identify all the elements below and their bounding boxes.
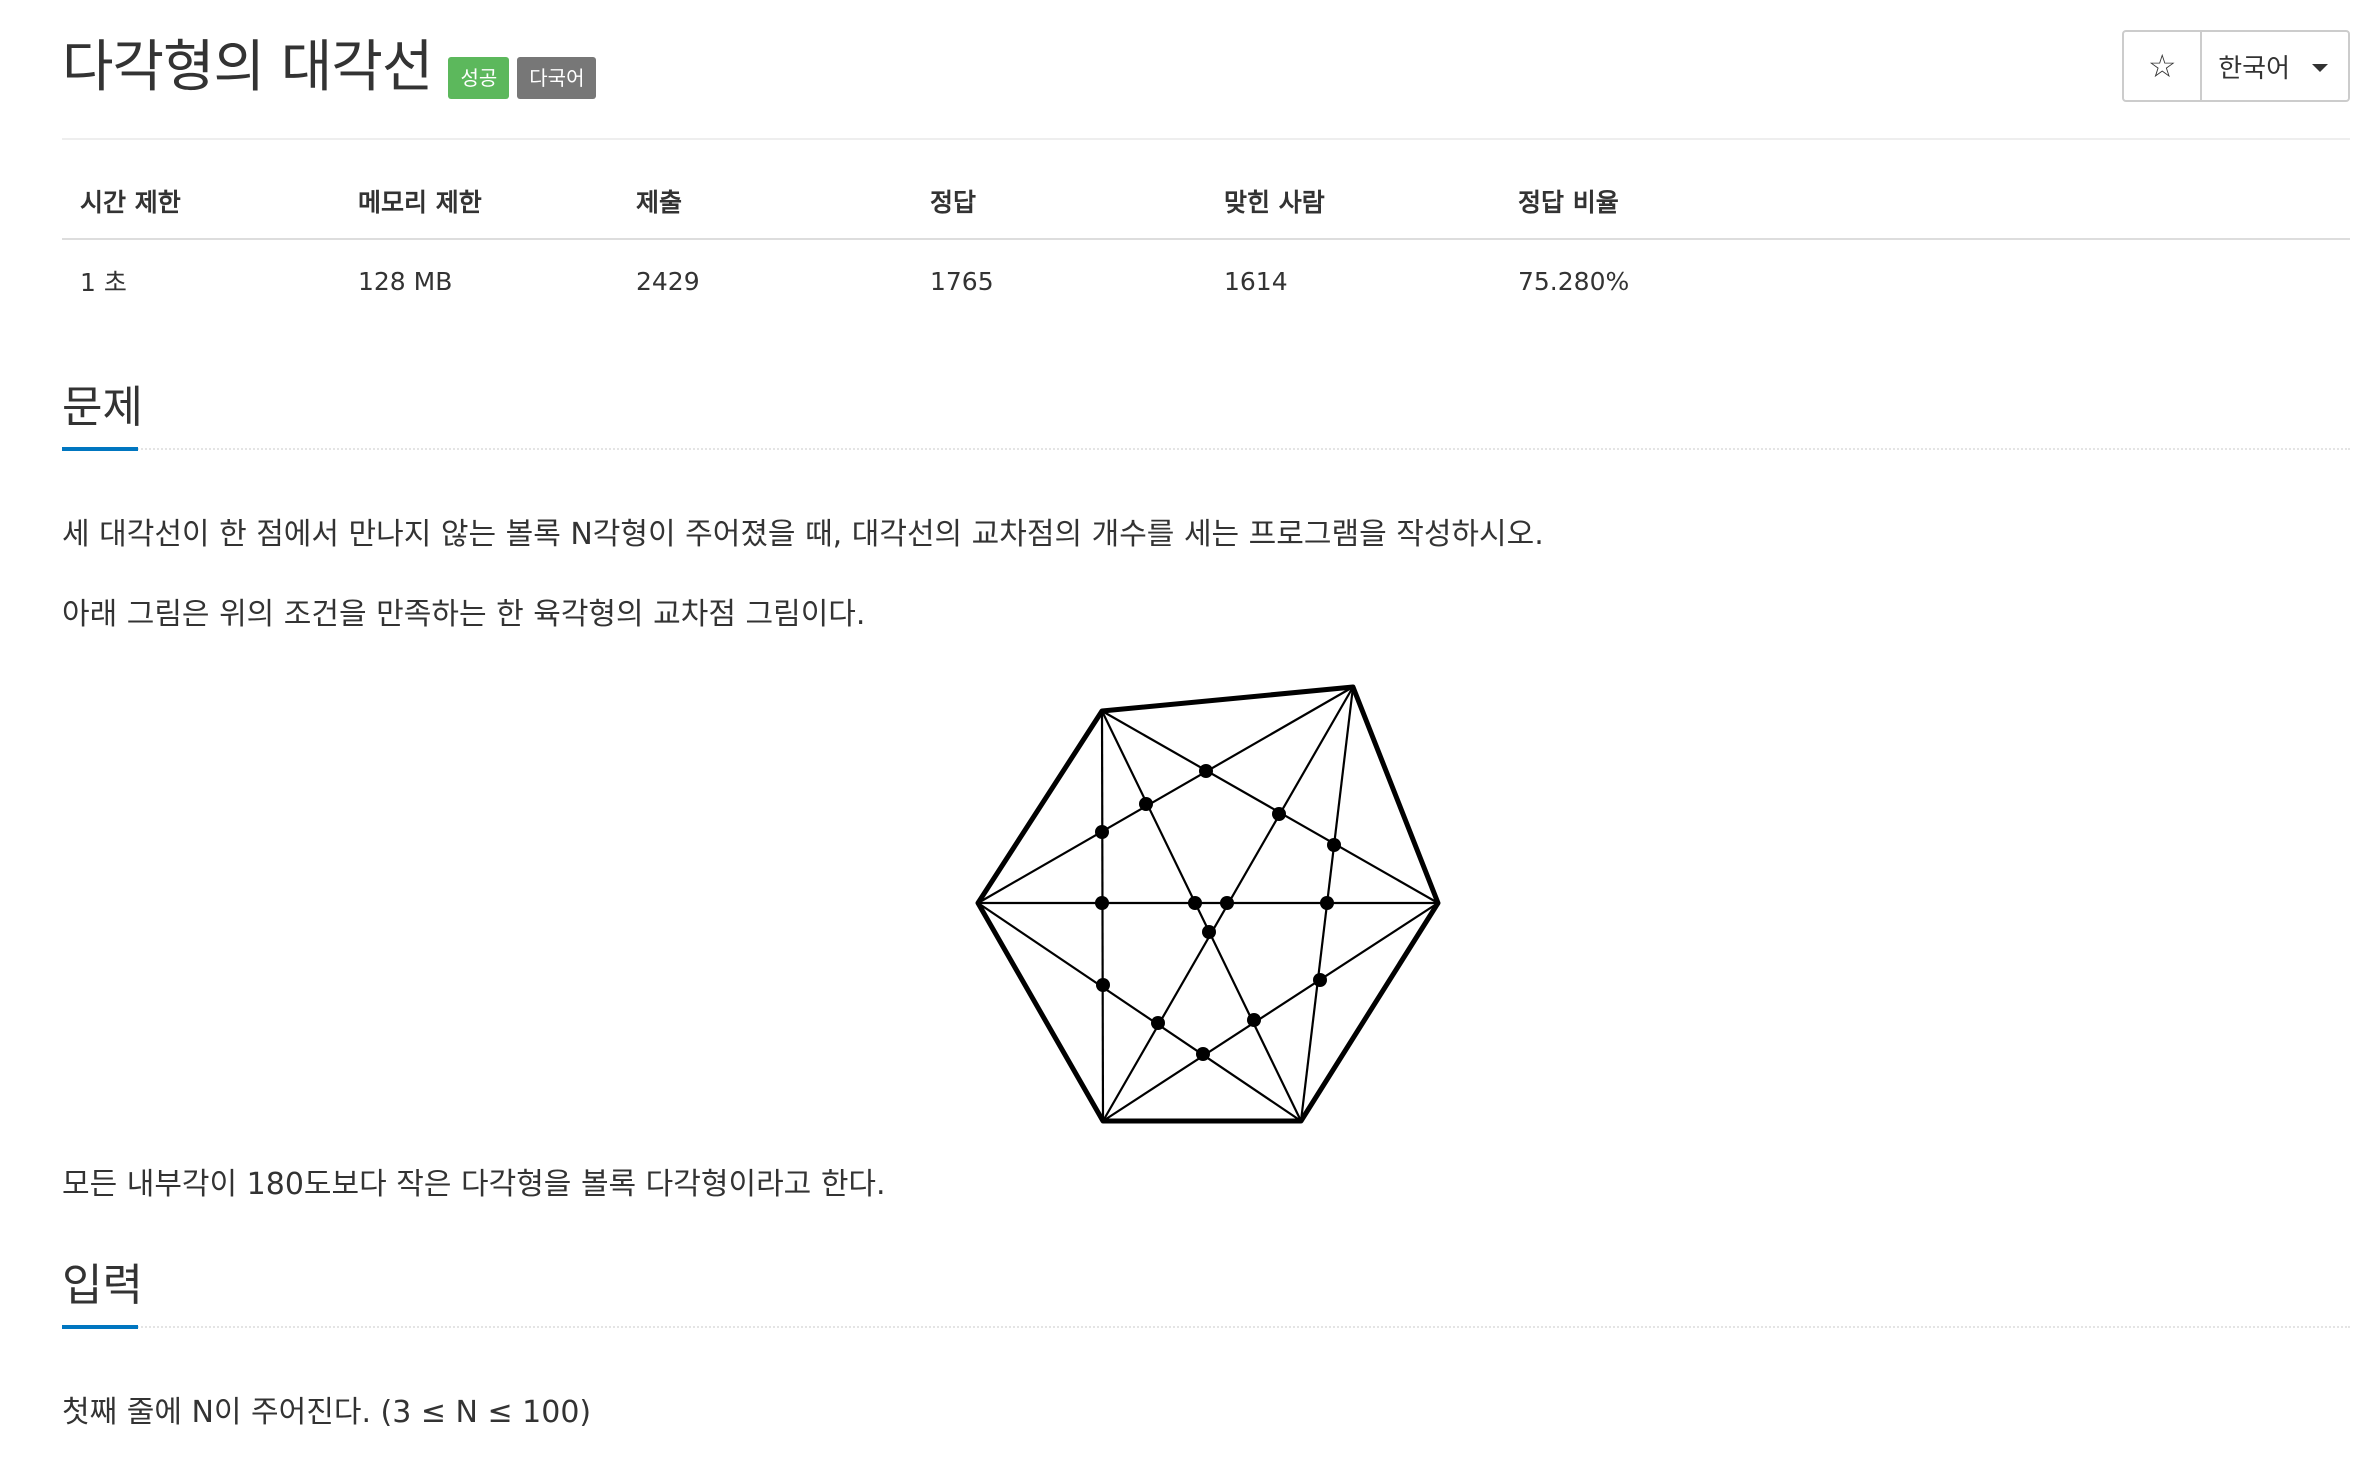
problem-description-line-3: 모든 내부각이 180도보다 작은 다각형을 볼록 다각형이라고 한다. [62,1167,886,1202]
hexagon-diagonals-figure [975,684,1441,1124]
toolbar-button-group: ☆ 한국어 [2122,30,2350,102]
problem-description-line-2: 아래 그림은 위의 조건을 만족하는 한 육각형의 교차점 그림이다. [62,597,866,632]
table-header-solved-users: 맞힌 사람 [1206,178,1500,240]
table-header-accept-ratio: 정답 비율 [1500,178,2350,240]
table-header-time-limit: 시간 제한 [62,178,340,240]
problem-header: 다각형의 대각선 성공 다국어 ☆ 한국어 [62,28,2350,140]
memory-limit-value: 128 MB [358,266,453,296]
section-title-underline [62,447,138,451]
table-row: 1 초 128 MB 2429 1765 1614 75.280% [62,239,2350,304]
problem-section-title: 문제 [62,382,143,433]
table-header-accepted: 정답 [912,178,1206,240]
table-header-row: 시간 제한 메모리 제한 제출 정답 맞힌 사람 정답 비율 [62,178,2350,240]
submissions-value: 2429 [636,266,700,296]
language-label: 한국어 [2218,53,2290,84]
title-row: 다각형의 대각선 성공 다국어 [62,28,597,108]
problem-section-header: 문제 [62,382,2350,451]
star-icon: ☆ [2147,47,2177,85]
input-section-title: 입력 [62,1260,143,1311]
language-dropdown[interactable]: 한국어 [2202,32,2348,100]
intersection-points [1095,764,1341,1061]
favorite-button[interactable]: ☆ [2124,32,2203,100]
table-header-submissions: 제출 [618,178,912,240]
input-description-line-1: 첫째 줄에 N이 주어진다. (3 ≤ N ≤ 100) [62,1395,592,1430]
accepted-value: 1765 [930,266,994,296]
table-header-memory-limit: 메모리 제한 [340,178,618,240]
status-badge-multilang: 다국어 [517,57,597,99]
status-badge-success: 성공 [448,57,510,99]
solved-users-value: 1614 [1224,266,1288,296]
problem-info-table: 시간 제한 메모리 제한 제출 정답 맞힌 사람 정답 비율 1 초 128 M… [62,178,2350,304]
input-section-header: 입력 [62,1260,2350,1329]
section-title-underline [62,1325,138,1329]
page-title: 다각형의 대각선 [62,35,433,100]
problem-page: 다각형의 대각선 성공 다국어 ☆ 한국어 시간 제한 메모리 제한 제출 정답… [0,0,2358,1466]
problem-description-line-1: 세 대각선이 한 점에서 만나지 않는 볼록 N각형이 주어졌을 때, 대각선의… [62,517,1544,552]
time-limit-value: 1 초 [80,268,127,297]
caret-down-icon [2312,64,2328,72]
accept-ratio-value: 75.280% [1518,266,1630,296]
